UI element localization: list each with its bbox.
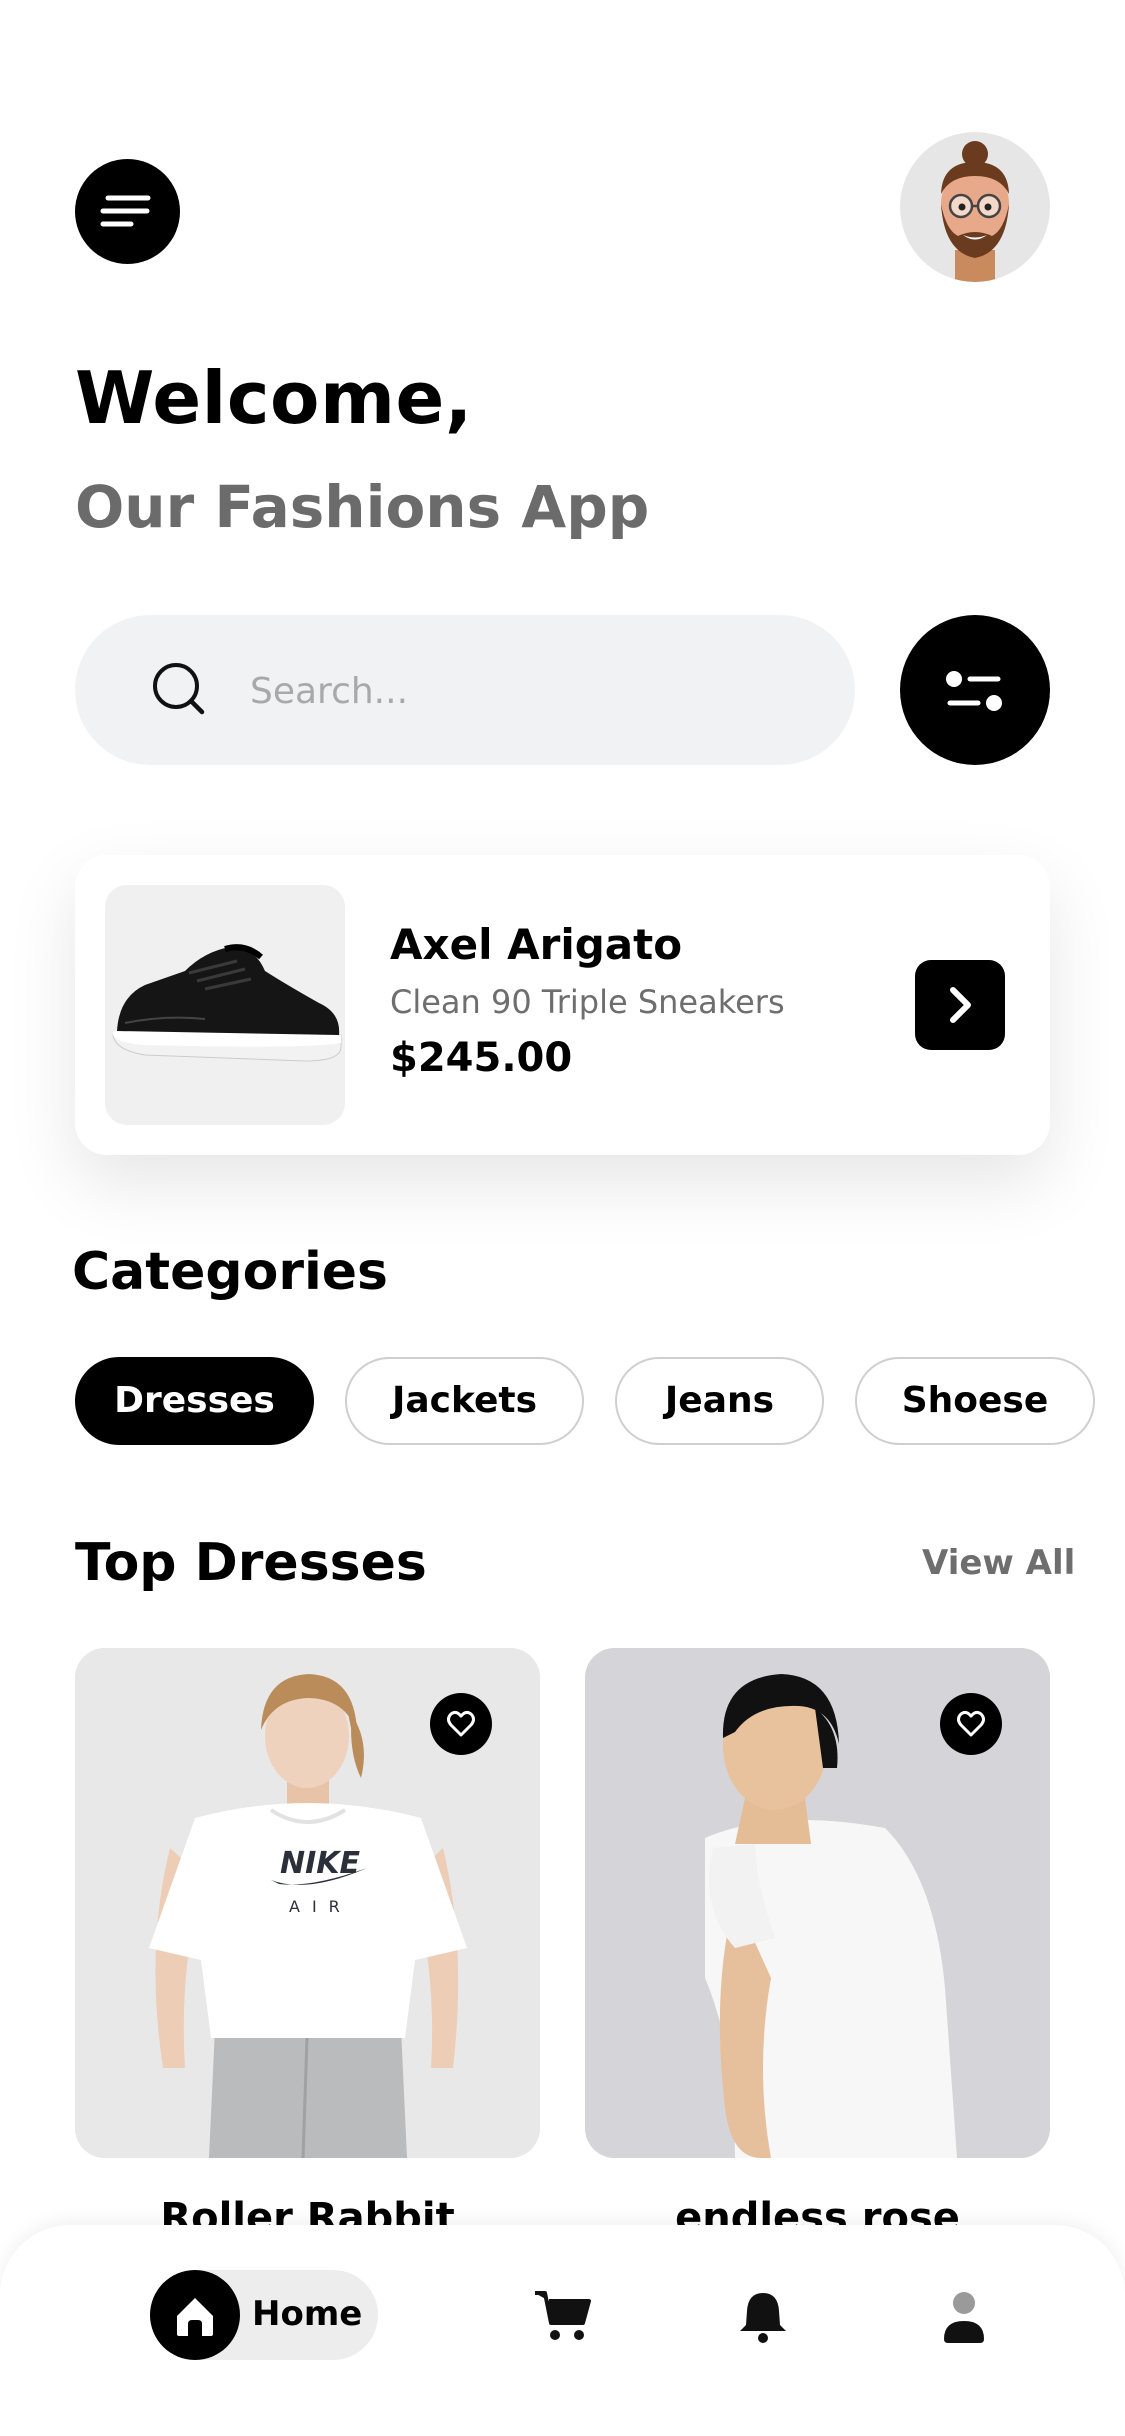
- bottom-nav: Home: [0, 2225, 1125, 2436]
- welcome-title: Welcome,: [75, 356, 473, 440]
- view-all-link[interactable]: View All: [922, 1543, 1075, 1583]
- product-card-roller-rabbit[interactable]: NIKE AIR: [75, 1648, 540, 2158]
- category-chip-jeans[interactable]: Jeans: [615, 1357, 824, 1445]
- avatar[interactable]: [900, 132, 1050, 282]
- heart-icon: [447, 1710, 475, 1737]
- categories-title: Categories: [72, 1242, 389, 1302]
- nav-cart[interactable]: [527, 2281, 597, 2351]
- favorite-button[interactable]: [430, 1693, 492, 1755]
- memoji-avatar-icon: [941, 141, 1009, 282]
- search-input[interactable]: [248, 655, 812, 727]
- filter-button[interactable]: [900, 615, 1050, 765]
- search-icon: [153, 663, 205, 715]
- cart-icon: [535, 2291, 591, 2340]
- product-card-endless-rose[interactable]: [585, 1648, 1050, 2158]
- category-chip-jackets[interactable]: Jackets: [345, 1357, 584, 1445]
- featured-name: Clean 90 Triple Sneakers: [390, 983, 785, 1021]
- featured-price: $245.00: [390, 1035, 573, 1081]
- sneaker-image: [105, 885, 345, 1125]
- nav-notifications[interactable]: [728, 2281, 798, 2351]
- heart-icon: [957, 1710, 985, 1737]
- home-icon-circle: [150, 2270, 240, 2360]
- category-chip-shoese[interactable]: Shoese: [855, 1357, 1095, 1445]
- category-chip-dresses[interactable]: Dresses: [75, 1357, 314, 1445]
- welcome-subtitle: Our Fashions App: [75, 473, 650, 541]
- home-icon: [177, 2298, 213, 2336]
- nav-home[interactable]: Home: [150, 2270, 378, 2360]
- svg-text:NIKE: NIKE: [280, 1846, 361, 1881]
- nav-home-label: Home: [252, 2294, 363, 2334]
- bell-icon: [740, 2293, 786, 2343]
- nav-profile[interactable]: [929, 2281, 999, 2351]
- featured-open-button[interactable]: [915, 960, 1005, 1050]
- featured-product-card[interactable]: Axel Arigato Clean 90 Triple Sneakers $2…: [75, 855, 1050, 1155]
- user-icon: [944, 2292, 984, 2343]
- chevron-right-icon: [950, 987, 971, 1023]
- featured-brand: Axel Arigato: [390, 920, 683, 969]
- filter-icon: [946, 671, 1002, 711]
- menu-button[interactable]: [75, 159, 180, 264]
- top-dresses-title: Top Dresses: [75, 1533, 427, 1593]
- menu-icon: [100, 195, 151, 227]
- favorite-button[interactable]: [940, 1693, 1002, 1755]
- search-bar[interactable]: [75, 615, 855, 765]
- svg-text:AIR: AIR: [289, 1897, 352, 1916]
